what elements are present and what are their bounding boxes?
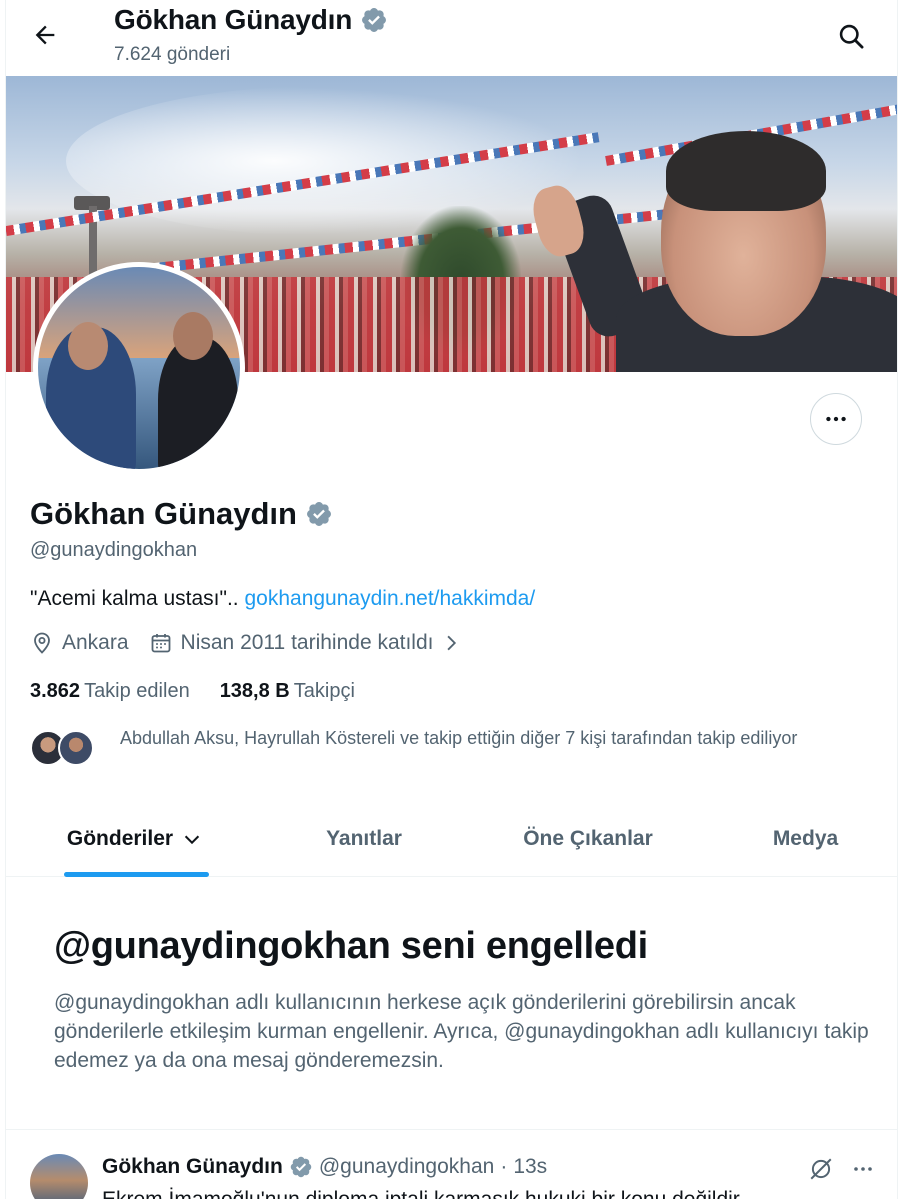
join-date[interactable]: Nisan 2011 tarihinde katıldı [149,631,462,655]
join-date-text: Nisan 2011 tarihinde katıldı [180,631,434,654]
header-name: Gökhan Günaydın [114,4,353,35]
verified-badge-icon[interactable] [305,500,333,528]
chevron-right-icon [447,635,457,651]
more-options-button[interactable] [810,393,862,445]
tweet-avatar[interactable] [30,1154,88,1199]
following-label: Takip edilen [84,680,190,702]
more-horizontal-icon [854,1167,872,1171]
tweet-text: Ekrem İmamoğlu'nun diploma iptali karmaş… [102,1188,740,1199]
bio-link[interactable]: gokhangunaydin.net/hakkimda/ [244,587,535,610]
followed-by[interactable]: Abdullah Aksu, Hayrullah Köstereli ve ta… [30,726,820,770]
mini-avatar [58,730,94,766]
followers-count: 138,8 B [219,680,290,702]
tab-posts[interactable]: Gönderiler [6,800,264,877]
back-button[interactable] [28,18,62,52]
blocked-title: @gunaydingokhan seni engelledi [54,925,648,967]
profile-name: Gökhan Günaydın [30,496,297,531]
tweet-header: Gökhan Günaydın @gunaydingokhan · 13s [102,1155,547,1179]
profile-tabs: Gönderiler Yanıtlar Öne Çıkanlar Medya [6,800,897,877]
following-count: 3.862 [30,680,81,702]
tab-media-label: Medya [772,826,839,850]
location-text: Ankara [62,631,129,654]
location: Ankara [30,631,129,655]
grok-icon [810,1158,832,1180]
active-tab-indicator [64,872,209,877]
banner-hair [666,131,826,211]
avatar-person-right-head [173,312,213,360]
followed-by-text: Abdullah Aksu, Hayrullah Köstereli ve ta… [120,728,798,748]
tab-media[interactable]: Medya [712,800,897,877]
tab-posts-label: Gönderiler [66,826,174,850]
tab-highlights[interactable]: Öne Çıkanlar [464,800,712,877]
calendar-icon [151,634,170,653]
more-horizontal-icon [826,416,846,422]
tab-highlights-label: Öne Çıkanlar [523,826,653,850]
search-button[interactable] [833,18,869,54]
verified-badge-icon [290,1156,312,1178]
profile-avatar[interactable] [33,262,245,474]
followers-label: Takipçi [293,680,355,702]
tab-replies-label: Yanıtlar [326,826,402,850]
tweet-more-button[interactable] [848,1154,878,1184]
arrow-left-icon [35,25,55,45]
tweet-time[interactable]: 13s [513,1155,547,1179]
tweet[interactable]: Gökhan Günaydın @gunaydingokhan · 13s Ek… [6,1130,897,1199]
profile-bio: "Acemi kalma ustası".. gokhangunaydin.ne… [30,587,535,611]
following-link[interactable]: 3.862 Takip edilen [30,680,190,703]
bio-text: "Acemi kalma ustası".. [30,587,239,610]
post-count: 7.624 gönderi [114,44,231,65]
avatar-person-left-head [68,322,108,370]
followers-link[interactable]: 138,8 B Takipçi [220,680,355,703]
tab-replies[interactable]: Yanıtlar [264,800,464,877]
tweet-author-handle[interactable]: @gunaydingokhan [319,1155,494,1179]
follow-stats: 3.862 Takip edilen 138,8 B Takipçi [30,680,385,703]
tweet-author-name[interactable]: Gökhan Günaydın [102,1155,283,1179]
tweet-separator: · [500,1155,508,1178]
profile-page: Gökhan Günaydın 7.624 gönderi Gökhan Gün… [5,0,898,1199]
profile-name-row: Gökhan Günaydın [30,496,333,532]
grok-button[interactable] [806,1154,836,1184]
header-title: Gökhan Günaydın [114,4,388,36]
blocked-notice: @gunaydingokhan seni engelledi @gunaydin… [54,925,874,1075]
profile-handle: @gunaydingokhan [30,539,198,561]
blocked-description: @gunaydingokhan adlı kullanıcının herkes… [54,991,869,1072]
top-header: Gökhan Günaydın 7.624 gönderi [6,0,897,76]
search-icon [839,24,864,49]
followed-by-avatars [30,730,110,770]
chevron-down-icon [184,835,200,844]
verified-badge-icon [362,8,387,32]
location-pin-icon [34,632,50,654]
profile-meta: Ankara Nisan 2011 tarihinde katıldı [30,631,481,655]
